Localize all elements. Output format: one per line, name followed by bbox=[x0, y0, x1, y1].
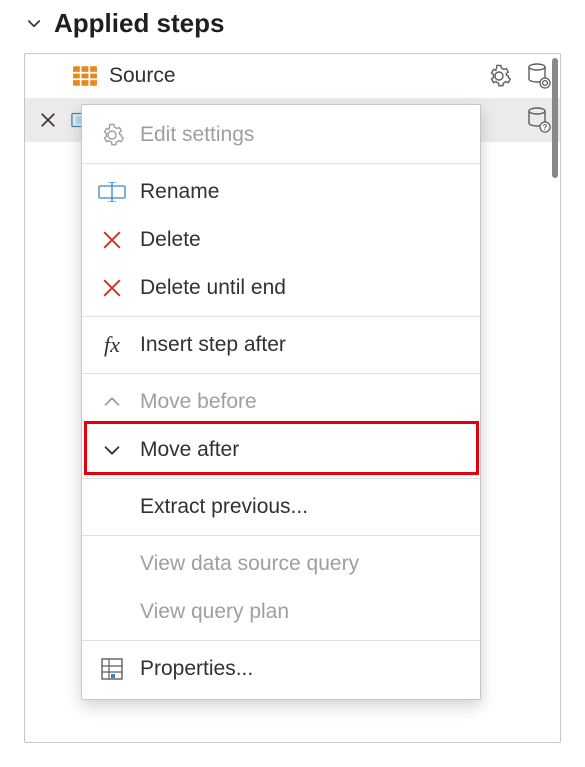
menu-label: Move before bbox=[140, 390, 257, 414]
applied-steps-list: Source Renamed columns bbox=[24, 53, 561, 743]
step-context-menu: Edit settings Rename Delete Delete until… bbox=[81, 104, 481, 700]
delete-x-icon bbox=[98, 229, 126, 251]
menu-separator bbox=[82, 478, 480, 479]
menu-label: Delete bbox=[140, 228, 201, 252]
menu-separator bbox=[82, 373, 480, 374]
menu-label: View query plan bbox=[140, 600, 289, 624]
menu-edit-settings: Edit settings bbox=[82, 111, 480, 159]
rename-icon bbox=[98, 182, 126, 202]
section-title: Applied steps bbox=[54, 8, 224, 39]
menu-label: Insert step after bbox=[140, 333, 286, 357]
menu-delete-until-end[interactable]: Delete until end bbox=[82, 264, 480, 312]
menu-separator bbox=[82, 163, 480, 164]
menu-label: Move after bbox=[140, 438, 239, 462]
database-preview-icon[interactable] bbox=[524, 61, 554, 91]
settings-placeholder bbox=[484, 105, 514, 135]
database-query-icon[interactable]: ? bbox=[524, 105, 554, 135]
source-table-icon bbox=[71, 62, 99, 90]
properties-grid-icon bbox=[98, 657, 126, 681]
gear-icon bbox=[98, 123, 126, 147]
svg-text:?: ? bbox=[543, 123, 548, 132]
menu-insert-step-after[interactable]: fx Insert step after bbox=[82, 321, 480, 369]
menu-view-query-plan: View query plan bbox=[82, 588, 480, 636]
menu-label: Edit settings bbox=[140, 123, 254, 147]
menu-label: Properties... bbox=[140, 657, 253, 681]
menu-view-data-source-query: View data source query bbox=[82, 540, 480, 588]
menu-delete[interactable]: Delete bbox=[82, 216, 480, 264]
menu-move-before: Move before bbox=[82, 378, 480, 426]
menu-separator bbox=[82, 316, 480, 317]
applied-steps-header[interactable]: Applied steps bbox=[0, 0, 585, 49]
menu-extract-previous[interactable]: Extract previous... bbox=[82, 483, 480, 531]
step-row[interactable]: Source bbox=[25, 54, 560, 98]
menu-rename[interactable]: Rename bbox=[82, 168, 480, 216]
menu-label: Delete until end bbox=[140, 276, 286, 300]
scrollbar-thumb[interactable] bbox=[552, 58, 558, 178]
gear-icon[interactable] bbox=[484, 61, 514, 91]
menu-label: Extract previous... bbox=[140, 495, 308, 519]
delete-step-button[interactable] bbox=[35, 110, 61, 130]
chevron-up-icon bbox=[98, 391, 126, 413]
chevron-down-icon bbox=[98, 439, 126, 461]
fx-icon: fx bbox=[98, 332, 126, 358]
menu-properties[interactable]: Properties... bbox=[82, 645, 480, 693]
delete-x-icon bbox=[98, 277, 126, 299]
menu-move-after[interactable]: Move after bbox=[82, 426, 480, 474]
menu-separator bbox=[82, 535, 480, 536]
menu-label: View data source query bbox=[140, 552, 359, 576]
menu-separator bbox=[82, 640, 480, 641]
chevron-down-icon bbox=[24, 14, 44, 34]
step-label: Source bbox=[109, 64, 474, 88]
menu-label: Rename bbox=[140, 180, 219, 204]
